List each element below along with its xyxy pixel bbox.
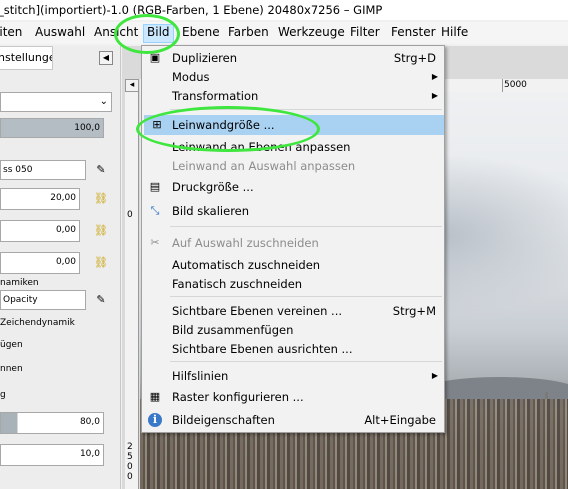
annotation-circle-bild (114, 14, 180, 54)
menu-separator (170, 226, 442, 227)
reset-ratio-icon[interactable]: ⛓ (94, 224, 108, 238)
menu-layer[interactable]: Ebene (182, 25, 220, 39)
image-menu: ▣ Duplizieren Strg+D Modus ▶ Transformat… (141, 45, 445, 433)
edit-brush-icon[interactable]: ✎ (94, 163, 108, 177)
crop-icon: ✂ (150, 236, 160, 249)
submenu-arrow-icon: ▶ (431, 371, 438, 380)
menu-item-duplicate[interactable]: ▣ Duplizieren Strg+D (142, 48, 444, 68)
tab-label: nstellungen (0, 51, 52, 64)
dynamics-label: namiken (0, 278, 39, 288)
menu-item-fit-canvas-to-selection: Leinwand an Auswahl anpassen (172, 159, 356, 173)
ratio-field[interactable]: 0,00 (0, 220, 80, 242)
dock-menu-button[interactable]: ◀ (99, 51, 113, 65)
annotation-circle-canvas-size (136, 106, 320, 152)
slider-80-value: 80,0 (79, 417, 100, 427)
slider-10[interactable]: 10,0 (0, 444, 104, 466)
tool-options-dock: nstellungen ◀ ⌄ 100,0 ss 050 ✎ 20,00 ⛓ 0… (0, 46, 121, 489)
menu-item-align-visible[interactable]: Sichtbare Ebenen ausrichten ... (142, 339, 444, 359)
menu-item-transform[interactable]: Transformation ▶ (142, 86, 444, 106)
ruler-left-label-top: 0 (127, 210, 133, 220)
ruler-left-label-bottom: 2500 (127, 442, 133, 482)
print-size-icon: ▤ (149, 180, 161, 193)
menu-help[interactable]: Hilfe (441, 25, 468, 39)
reset-angle-icon[interactable]: ⛓ (94, 256, 108, 270)
menu-item-flatten[interactable]: Bild zusammenfügen (142, 320, 444, 340)
slider-80[interactable]: 80,0 (0, 412, 104, 434)
ruler-vertical[interactable]: 0 2500 (125, 92, 139, 489)
menu-item-mode[interactable]: Modus ▶ (142, 67, 444, 87)
tab-tool-options[interactable]: nstellungen (0, 46, 53, 70)
dynamics-field[interactable]: Opacity (0, 290, 86, 310)
menu-separator (170, 296, 442, 297)
grid-icon: ▦ (149, 390, 161, 403)
window-title: _stitch](importiert)-1.0 (RGB-Farben, 1 … (0, 3, 383, 17)
menu-separator (170, 361, 442, 362)
size-value: 20,00 (50, 193, 76, 203)
slider-10-value: 10,0 (79, 449, 100, 459)
menu-tools[interactable]: Werkzeuge (278, 25, 345, 39)
menu-item-zealous-crop[interactable]: Fanatisch zuschneiden (142, 274, 444, 294)
brush-name: ss 050 (3, 165, 33, 175)
menu-filters[interactable]: Filter (350, 25, 380, 39)
angle-value: 0,00 (55, 257, 76, 267)
menu-item-guides[interactable]: Hilfslinien ▶ (142, 366, 444, 386)
mode-select[interactable]: ⌄ (0, 92, 112, 112)
menu-item-autocrop[interactable]: Automatisch zuschneiden (142, 255, 444, 275)
menu-item-crop-to-selection: ✂ Auf Auswahl zuschneiden (142, 233, 444, 253)
dynamics-value: Opacity (3, 295, 38, 305)
ruler-corner[interactable]: ◂ (125, 79, 139, 92)
submenu-arrow-icon: ▶ (431, 72, 438, 81)
opacity-value: 100,0 (74, 123, 100, 133)
submenu-arrow-icon: ▶ (431, 91, 438, 100)
menu-windows[interactable]: Fenster (391, 25, 436, 39)
menu-item-image-properties[interactable]: i Bildeigenschaften Alt+Eingabe (142, 410, 444, 430)
ruler-tick (502, 79, 503, 92)
info-icon: i (148, 413, 162, 427)
menu-item-scale-image[interactable]: ⤡ Bild skalieren (142, 201, 444, 221)
scale-image-icon: ⤡ (150, 204, 160, 217)
edit-dynamics-icon[interactable]: ✎ (94, 293, 108, 307)
chevron-down-icon: ⌄ (99, 96, 108, 107)
ruler-top-label: 5000 (504, 80, 527, 90)
menu-item-configure-grid[interactable]: ▦ Raster konfigurieren ... (142, 387, 444, 407)
brush-field[interactable]: ss 050 (0, 160, 86, 180)
menu-colors[interactable]: Farben (228, 25, 269, 39)
menu-item-print-size[interactable]: ▤ Druckgröße ... (142, 177, 444, 197)
option-label-1[interactable]: ügen (0, 340, 23, 350)
option-label-2[interactable]: nnen (0, 364, 23, 374)
menu-select[interactable]: Auswahl (35, 25, 85, 39)
size-field[interactable]: 20,00 (0, 188, 80, 210)
menu-bar: eiten Auswahl Ansicht Bild Ebene Farben … (0, 22, 568, 44)
menu-edit[interactable]: eiten (0, 25, 22, 39)
angle-field[interactable]: 0,00 (0, 252, 80, 274)
window-title-bar: _stitch](importiert)-1.0 (RGB-Farben, 1 … (0, 0, 568, 20)
option-label-3: g (0, 390, 6, 400)
menu-item-merge-visible[interactable]: Sichtbare Ebenen vereinen ... Strg+M (142, 301, 444, 321)
opacity-slider[interactable]: 100,0 (0, 118, 104, 138)
ratio-value: 0,00 (55, 225, 76, 235)
reset-size-icon[interactable]: ⛓ (94, 192, 108, 206)
dynamics-options-label[interactable]: Zeichendynamik (0, 318, 75, 328)
